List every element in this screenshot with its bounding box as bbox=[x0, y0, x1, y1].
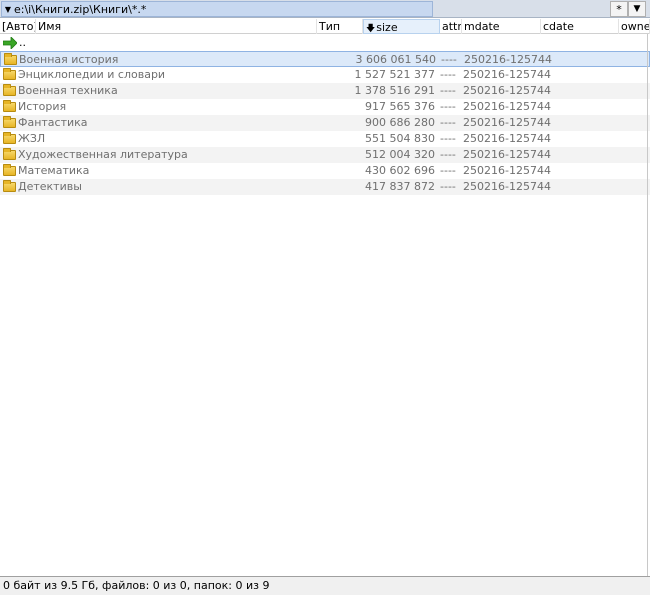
file-mdate: 250216-125744 bbox=[463, 84, 551, 97]
panel-border bbox=[647, 34, 648, 576]
file-name: Военная техника bbox=[18, 84, 118, 97]
file-attr: ---- bbox=[440, 100, 456, 113]
file-row[interactable]: Военная история 3 606 061 540 ---- 25021… bbox=[0, 51, 650, 67]
file-size: 512 004 320 bbox=[365, 148, 435, 161]
up-arrow-icon bbox=[3, 37, 17, 49]
path-text[interactable]: e:\i\Книги.zip\Книги\*.* bbox=[14, 3, 146, 16]
path-history-dropdown-icon[interactable]: ▼ bbox=[2, 5, 14, 14]
file-attr: ---- bbox=[441, 53, 457, 66]
folder-icon bbox=[3, 100, 16, 112]
path-menu-dropdown-button[interactable]: ▼ bbox=[628, 1, 646, 17]
sort-descending-icon: 🡇 bbox=[366, 24, 376, 34]
file-mdate: 250216-125744 bbox=[463, 116, 551, 129]
column-name[interactable]: Имя bbox=[36, 19, 317, 34]
file-size: 917 565 376 bbox=[365, 100, 435, 113]
folder-icon bbox=[3, 180, 16, 192]
folder-icon bbox=[3, 164, 16, 176]
file-size: 1 527 521 377 bbox=[354, 68, 435, 81]
file-row[interactable]: ЖЗЛ 551 504 830 ---- 250216-125744 bbox=[0, 131, 650, 147]
column-auto[interactable]: [Авто] bbox=[0, 19, 36, 34]
file-mdate: 250216-125744 bbox=[463, 164, 551, 177]
column-size[interactable]: 🡇size bbox=[363, 19, 440, 34]
folder-icon bbox=[3, 116, 16, 128]
column-header: [Авто] Имя Тип 🡇size attr mdate cdate ow… bbox=[0, 19, 650, 34]
file-attr: ---- bbox=[440, 164, 456, 177]
column-mdate[interactable]: mdate bbox=[462, 19, 541, 34]
file-mdate: 250216-125744 bbox=[463, 132, 551, 145]
file-mdate: 250216-125744 bbox=[463, 100, 551, 113]
file-mdate: 250216-125744 bbox=[463, 148, 551, 161]
folder-icon bbox=[3, 132, 16, 144]
folder-icon bbox=[3, 148, 16, 160]
folder-icon bbox=[3, 84, 16, 96]
file-size: 430 602 696 bbox=[365, 164, 435, 177]
file-attr: ---- bbox=[440, 116, 456, 129]
file-mdate: 250216-125744 bbox=[464, 53, 552, 66]
column-size-label: size bbox=[376, 21, 398, 34]
file-name: Математика bbox=[18, 164, 90, 177]
file-name: Военная история bbox=[19, 53, 119, 66]
column-type[interactable]: Тип bbox=[317, 19, 363, 34]
file-row[interactable]: Математика 430 602 696 ---- 250216-12574… bbox=[0, 163, 650, 179]
file-size: 1 378 516 291 bbox=[354, 84, 435, 97]
file-row[interactable]: Военная техника 1 378 516 291 ---- 25021… bbox=[0, 83, 650, 99]
file-attr: ---- bbox=[440, 132, 456, 145]
file-row[interactable]: Детективы 417 837 872 ---- 250216-125744 bbox=[0, 179, 650, 195]
file-row[interactable]: Фантастика 900 686 280 ---- 250216-12574… bbox=[0, 115, 650, 131]
file-attr: ---- bbox=[440, 148, 456, 161]
path-box[interactable]: ▼ e:\i\Книги.zip\Книги\*.* bbox=[1, 1, 433, 17]
status-bar: 0 байт из 9.5 Гб, файлов: 0 из 0, папок:… bbox=[0, 576, 650, 595]
path-bar: ▼ e:\i\Книги.zip\Книги\*.* * ▼ bbox=[0, 0, 650, 18]
column-cdate[interactable]: cdate bbox=[541, 19, 619, 34]
column-attr[interactable]: attr bbox=[440, 19, 462, 34]
file-name: Энциклопедии и словари bbox=[18, 68, 166, 81]
file-name: История bbox=[18, 100, 67, 113]
file-name: Художественная литература bbox=[18, 148, 188, 161]
file-size: 900 686 280 bbox=[365, 116, 435, 129]
file-mdate: 250216-125744 bbox=[463, 180, 551, 193]
file-attr: ---- bbox=[440, 84, 456, 97]
file-size: 417 837 872 bbox=[365, 180, 435, 193]
file-mdate: 250216-125744 bbox=[463, 68, 551, 81]
file-row[interactable]: Художественная литература 512 004 320 --… bbox=[0, 147, 650, 163]
file-row[interactable]: Энциклопедии и словари 1 527 521 377 ---… bbox=[0, 67, 650, 83]
file-attr: ---- bbox=[440, 68, 456, 81]
file-size: 3 606 061 540 bbox=[355, 53, 436, 66]
column-owner[interactable]: owne bbox=[619, 19, 650, 34]
file-attr: ---- bbox=[440, 180, 456, 193]
parent-directory-label: .. bbox=[19, 36, 26, 49]
file-name: Фантастика bbox=[18, 116, 88, 129]
file-row[interactable]: История 917 565 376 ---- 250216-125744 bbox=[0, 99, 650, 115]
file-size: 551 504 830 bbox=[365, 132, 435, 145]
parent-directory-row[interactable]: .. bbox=[0, 35, 650, 51]
folder-icon bbox=[4, 53, 17, 65]
file-name: ЖЗЛ bbox=[18, 132, 46, 145]
filter-button[interactable]: * bbox=[610, 1, 628, 17]
file-name: Детективы bbox=[18, 180, 82, 193]
folder-icon bbox=[3, 68, 16, 80]
